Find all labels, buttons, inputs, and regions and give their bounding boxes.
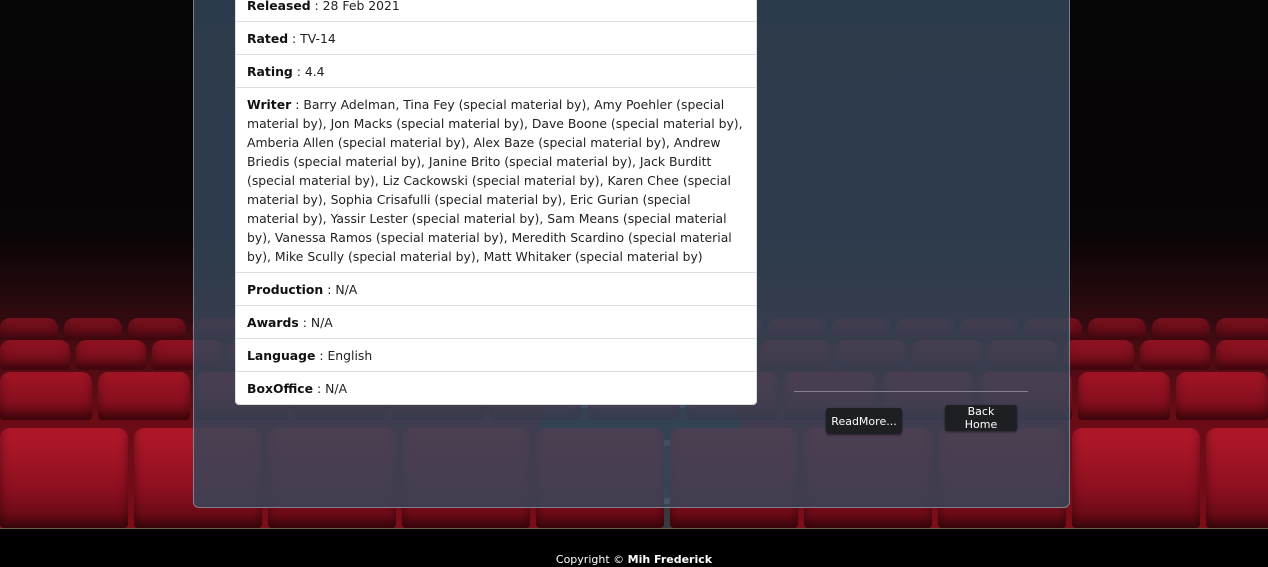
theater-seat xyxy=(128,318,186,340)
theater-seat xyxy=(0,428,128,528)
theater-seat xyxy=(1206,428,1268,528)
info-key: Awards xyxy=(247,315,299,330)
theater-seat xyxy=(64,318,122,340)
info-value: N/A xyxy=(335,282,358,297)
info-item-released: Released : 28 Feb 2021 xyxy=(236,0,756,22)
copyright-text: Copyright © Mih Frederick xyxy=(556,553,712,566)
info-separator: : xyxy=(291,97,304,112)
info-value: N/A xyxy=(310,315,333,330)
info-separator: : xyxy=(292,64,305,79)
info-separator: : xyxy=(298,315,311,330)
info-value: TV-14 xyxy=(300,31,336,46)
info-item-awards: Awards : N/A xyxy=(236,306,756,339)
theater-seat xyxy=(76,340,146,370)
info-item-boxoffice: BoxOffice : N/A xyxy=(236,372,756,404)
info-key: Released xyxy=(247,0,311,13)
theater-seat xyxy=(1088,318,1146,340)
info-value: Barry Adelman, Tina Fey (special materia… xyxy=(247,97,743,264)
info-key: Production xyxy=(247,282,324,297)
copyright-prefix: Copyright © xyxy=(555,553,628,566)
info-key: BoxOffice xyxy=(247,381,314,396)
author-name: Mih Frederick xyxy=(627,553,713,566)
theater-seat xyxy=(1176,372,1268,420)
theater-seat xyxy=(1064,340,1134,370)
info-value: 4.4 xyxy=(304,64,325,79)
theater-seat xyxy=(1140,340,1210,370)
info-separator: : xyxy=(323,282,336,297)
theater-seat xyxy=(1216,318,1268,340)
info-key: Rated xyxy=(247,31,289,46)
back-home-button[interactable]: Back Home xyxy=(945,405,1017,431)
info-key: Rating xyxy=(247,64,293,79)
theater-seat xyxy=(0,318,58,340)
info-item-production: Production : N/A xyxy=(236,273,756,306)
theater-seat xyxy=(1078,372,1170,420)
info-key: Writer xyxy=(247,97,292,112)
info-item-writer: Writer : Barry Adelman, Tina Fey (specia… xyxy=(236,88,756,273)
theater-seat xyxy=(1072,428,1200,528)
info-value: N/A xyxy=(325,381,348,396)
read-more-button[interactable]: ReadMore... xyxy=(826,408,902,434)
divider xyxy=(794,391,1028,392)
info-item-rating: Rating : 4.4 xyxy=(236,55,756,88)
theater-seat xyxy=(1216,340,1268,370)
movie-info-list: Released : 28 Feb 2021 Rated : TV-14 Ratin… xyxy=(235,0,757,405)
info-item-language: Language : English xyxy=(236,339,756,372)
theater-seat xyxy=(0,340,70,370)
info-value: English xyxy=(327,348,373,363)
info-key: Language xyxy=(247,348,316,363)
footer: Copyright © Mih Frederick xyxy=(0,528,1268,567)
info-separator: : xyxy=(310,0,323,13)
theater-seat xyxy=(0,372,92,420)
info-separator: : xyxy=(313,381,326,396)
info-separator: : xyxy=(288,31,301,46)
theater-seat xyxy=(1152,318,1210,340)
info-value: 28 Feb 2021 xyxy=(322,0,400,13)
info-separator: : xyxy=(315,348,328,363)
theater-seat xyxy=(98,372,190,420)
info-item-rated: Rated : TV-14 xyxy=(236,22,756,55)
